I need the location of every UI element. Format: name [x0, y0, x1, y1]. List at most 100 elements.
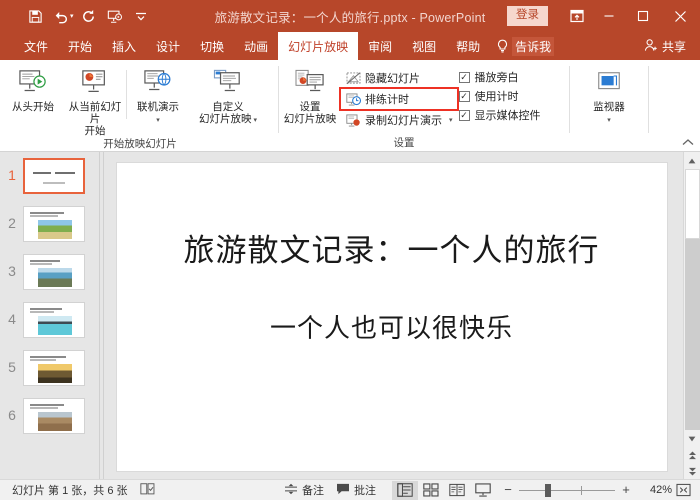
collapse-ribbon-button[interactable]	[682, 138, 694, 149]
use-timings-checkbox[interactable]: ✓	[458, 90, 470, 102]
ribbon-display-options-icon[interactable]	[562, 9, 592, 23]
comments-button[interactable]: 批注	[330, 482, 382, 498]
powerpoint-window: ▾ 旅游散文记录：一个人的旅行.pptx - PowerPoint 登录 文件 …	[0, 0, 700, 500]
play-narrations-checkbox[interactable]: ✓	[458, 71, 470, 83]
start-from-current-icon	[80, 67, 110, 99]
current-slide[interactable]: 旅游散文记录：一个人的旅行 一个人也可以很快乐	[115, 162, 668, 472]
previous-slide-button[interactable]	[684, 447, 700, 463]
thumbnail-item-1[interactable]: 1	[0, 152, 99, 200]
tab-home[interactable]: 开始	[58, 32, 102, 60]
slide-title-text[interactable]: 旅游散文记录：一个人的旅行	[117, 225, 667, 270]
vertical-scrollbar[interactable]	[683, 152, 700, 479]
thumbnail-number: 3	[8, 263, 16, 279]
rehearse-timings-button[interactable]: 排练计时	[339, 87, 459, 111]
tab-animations[interactable]: 动画	[234, 32, 278, 60]
zoom-out-button[interactable]: −	[500, 483, 516, 496]
accessibility-checker-button[interactable]	[134, 482, 161, 498]
tab-review[interactable]: 审阅	[358, 32, 402, 60]
zoom-slider-track[interactable]	[519, 483, 615, 497]
record-slideshow-dropdown-caret[interactable]: ▾	[449, 116, 453, 124]
thumbnail-preview-5[interactable]	[23, 350, 85, 386]
checkbox-row-use-timings[interactable]: ✓ 使用计时	[458, 88, 541, 104]
start-from-beginning-icon	[18, 67, 48, 99]
thumbnail-preview-1[interactable]	[23, 158, 85, 194]
thumbnail-item-4[interactable]: 4	[0, 296, 99, 344]
minimize-button[interactable]	[592, 0, 626, 32]
checkbox-row-play-narrations[interactable]: ✓ 播放旁白	[458, 69, 541, 85]
thumbnail-preview-6[interactable]	[23, 398, 85, 434]
view-button-slideshow[interactable]	[470, 481, 496, 500]
custom-slideshow-label2: 幻灯片放映	[199, 113, 252, 125]
custom-slideshow-button[interactable]: 自定义 幻灯片放映 ▾	[189, 64, 267, 127]
view-button-slide-sorter[interactable]	[418, 481, 444, 500]
checkbox-row-show-media-controls[interactable]: ✓ 显示媒体控件	[458, 107, 541, 123]
record-slideshow-icon	[345, 112, 361, 128]
sign-in-button[interactable]: 登录	[507, 6, 548, 26]
monitor-button[interactable]: 监视器 ▾	[578, 64, 640, 127]
notes-button[interactable]: 备注	[278, 482, 330, 498]
present-online-label: 联机演示	[137, 101, 179, 113]
show-media-controls-checkbox[interactable]: ✓	[458, 109, 470, 121]
slide-editing-area[interactable]: 旅游散文记录：一个人的旅行 一个人也可以很快乐	[104, 152, 683, 479]
next-slide-button[interactable]	[684, 463, 700, 479]
present-online-button[interactable]: 联机演示 ▾	[127, 64, 189, 127]
thumbnail-item-6[interactable]: 6	[0, 392, 99, 440]
slide-counter-label: 幻灯片 第 1 张，共 6 张	[12, 485, 128, 497]
scroll-up-arrow-icon[interactable]	[683, 152, 700, 169]
record-slideshow-button[interactable]: 录制幻灯片演示 ▾	[341, 110, 457, 130]
notes-icon	[284, 483, 298, 498]
hide-slide-button[interactable]: 隐藏幻灯片	[341, 68, 457, 88]
thumbnail-number: 2	[8, 215, 16, 231]
customize-qat-icon[interactable]	[128, 4, 154, 28]
custom-slideshow-label: 自定义	[212, 101, 244, 113]
play-narrations-label: 播放旁白	[474, 72, 519, 84]
thumbnail-item-2[interactable]: 2	[0, 200, 99, 248]
scrollbar-thumb[interactable]	[684, 169, 700, 239]
zoom-slider-thumb[interactable]	[545, 483, 551, 497]
thumbnail-number: 4	[8, 311, 16, 327]
tab-help[interactable]: 帮助	[446, 32, 490, 60]
custom-slideshow-dropdown-caret[interactable]: ▾	[252, 117, 257, 124]
hide-slide-icon	[345, 70, 361, 86]
tab-insert[interactable]: 插入	[102, 32, 146, 60]
close-button[interactable]	[660, 0, 700, 32]
present-online-dropdown-caret[interactable]: ▾	[156, 117, 160, 124]
thumbnail-item-5[interactable]: 5	[0, 344, 99, 392]
start-from-beginning-button[interactable]: 从头开始	[2, 64, 64, 113]
zoom-in-button[interactable]: +	[618, 483, 634, 496]
setup-slideshow-button[interactable]: 设置 幻灯片放映	[279, 64, 341, 125]
tell-me-label[interactable]: 告诉我	[512, 36, 555, 56]
monitor-dropdown-caret[interactable]: ▾	[607, 117, 611, 124]
thumbnail-preview-4[interactable]	[23, 302, 85, 338]
view-button-reading[interactable]	[444, 481, 470, 500]
tab-design[interactable]: 设计	[146, 32, 190, 60]
maximize-button[interactable]	[626, 0, 660, 32]
save-icon[interactable]	[22, 4, 48, 28]
thumbnail-item-3[interactable]: 3	[0, 248, 99, 296]
scroll-down-arrow-icon[interactable]	[683, 430, 700, 447]
thumbnail-preview-2[interactable]	[23, 206, 85, 242]
scrollbar-track[interactable]	[684, 239, 700, 430]
tab-file[interactable]: 文件	[14, 32, 58, 60]
tab-slideshow[interactable]: 幻灯片放映	[278, 32, 359, 60]
undo-dropdown-caret[interactable]: ▾	[70, 12, 74, 20]
tab-transitions[interactable]: 切换	[190, 32, 234, 60]
present-online-icon	[143, 67, 173, 99]
share-button[interactable]: 共享	[644, 32, 700, 60]
tell-me-box[interactable]: 告诉我	[496, 32, 555, 60]
slide-counter[interactable]: 幻灯片 第 1 张，共 6 张	[6, 482, 134, 498]
record-slideshow-label: 录制幻灯片演示	[365, 115, 442, 127]
thumbnail-number: 1	[8, 167, 16, 183]
zoom-percentage[interactable]: 42%	[638, 484, 672, 496]
view-button-normal[interactable]	[392, 480, 418, 500]
redo-icon[interactable]	[76, 4, 102, 28]
zoom-control[interactable]: − +	[496, 483, 638, 497]
start-from-current-label2: 开始	[84, 125, 106, 137]
start-slideshow-icon[interactable]	[102, 4, 128, 28]
thumbnail-preview-3[interactable]	[23, 254, 85, 290]
start-from-current-button[interactable]: 从当前幻灯片 开始	[64, 64, 126, 137]
slide-thumbnail-pane[interactable]: 1 2 3 4 5 6	[0, 152, 100, 479]
slide-subtitle-text[interactable]: 一个人也可以很快乐	[117, 308, 667, 345]
tab-view[interactable]: 视图	[402, 32, 446, 60]
fit-slide-to-window-button[interactable]	[672, 483, 694, 497]
